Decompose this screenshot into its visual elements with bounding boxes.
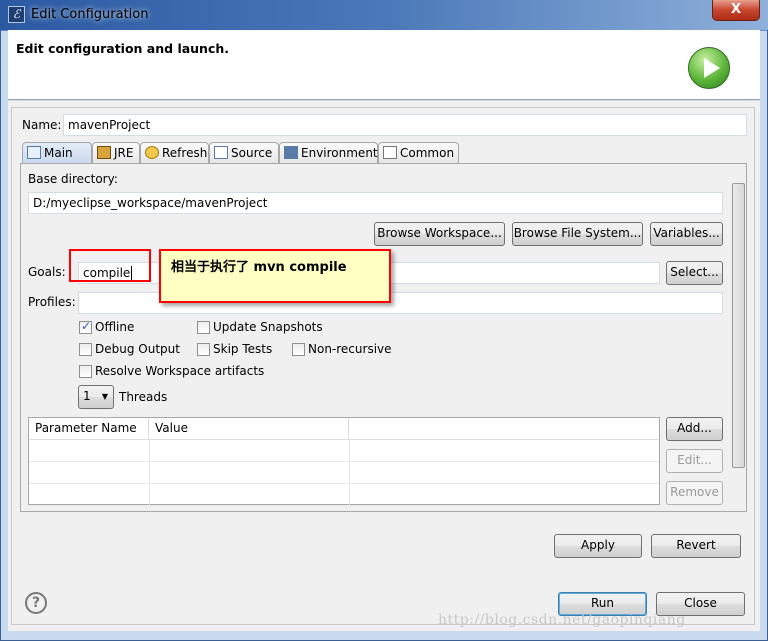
name-input[interactable]: mavenProject (63, 114, 747, 136)
resolve-workspace-label: Resolve Workspace artifacts (95, 364, 265, 378)
profiles-label: Profiles: (28, 295, 76, 309)
revert-button[interactable]: Revert (651, 534, 741, 558)
browse-workspace-button[interactable]: Browse Workspace... (374, 222, 505, 246)
add-parameter-button[interactable]: Add... (666, 417, 723, 441)
threads-label: Threads (119, 390, 168, 404)
column-divider (349, 440, 350, 506)
scrollbar-thumb[interactable] (732, 183, 745, 468)
non-recursive-checkbox[interactable] (292, 343, 305, 356)
goals-label: Goals: (28, 265, 66, 279)
tab-label: Main (44, 146, 73, 160)
offline-label: Offline (95, 320, 135, 334)
apply-button[interactable]: Apply (554, 534, 642, 558)
table-row (29, 440, 659, 462)
header-title: Edit configuration and launch. (16, 41, 230, 56)
debug-output-label: Debug Output (95, 342, 180, 356)
table-row (29, 484, 659, 506)
app-icon: ℰ (8, 6, 25, 23)
variables-button[interactable]: Variables... (650, 222, 723, 246)
column-header-parameter-name[interactable]: Parameter Name (29, 418, 149, 440)
base-directory-label: Base directory: (28, 172, 118, 186)
skip-tests-checkbox[interactable] (197, 343, 210, 356)
tab-label: JRE (114, 146, 134, 160)
skip-tests-label: Skip Tests (213, 342, 273, 356)
title-bar[interactable]: ℰ Edit Configuration X (0, 0, 768, 30)
annotation-callout: 相当于执行了 mvn compile (159, 249, 391, 303)
edit-parameter-button[interactable]: Edit... (666, 449, 723, 473)
update-snapshots-checkbox[interactable] (197, 321, 210, 334)
column-divider (149, 440, 150, 506)
debug-output-checkbox[interactable] (79, 343, 92, 356)
tab-main[interactable]: Main (22, 142, 92, 164)
threads-combo[interactable]: 1 ▼ (78, 385, 114, 409)
update-snapshots-label: Update Snapshots (213, 320, 323, 334)
help-icon[interactable]: ? (25, 592, 47, 614)
dialog-header: Edit configuration and launch. (8, 30, 760, 100)
source-icon (214, 146, 228, 159)
tab-source[interactable]: Source (209, 142, 279, 163)
select-goals-button[interactable]: Select... (666, 261, 723, 285)
main-tab-icon (27, 146, 41, 159)
goals-highlight-box (69, 249, 151, 282)
jre-icon (97, 146, 111, 159)
refresh-icon (145, 146, 159, 159)
common-icon (383, 146, 397, 159)
run-launch-icon (688, 47, 730, 89)
window-title: Edit Configuration (31, 7, 149, 22)
environment-icon (284, 146, 298, 159)
offline-checkbox[interactable] (79, 319, 92, 334)
tab-environment[interactable]: Environment (279, 142, 378, 163)
parameters-table[interactable]: Parameter Name Value (28, 417, 660, 506)
browse-file-system-button[interactable]: Browse File System... (512, 222, 643, 246)
watermark: http://blog.csdn.net/gaopinqiang (438, 612, 686, 628)
tab-jre[interactable]: JRE (92, 142, 140, 163)
column-header-blank (349, 418, 659, 440)
table-row (29, 462, 659, 484)
remove-parameter-button[interactable]: Remove (666, 481, 723, 505)
tab-label: Environment (301, 146, 378, 160)
threads-value: 1 (83, 389, 91, 403)
tab-refresh[interactable]: Refresh (140, 142, 209, 163)
tab-label: Source (231, 146, 273, 160)
tab-common[interactable]: Common (378, 142, 459, 163)
chevron-down-icon: ▼ (101, 392, 108, 401)
column-header-value[interactable]: Value (149, 418, 349, 440)
base-directory-input[interactable]: D:/myeclipse_workspace/mavenProject (28, 192, 723, 214)
close-window-button[interactable]: X (712, 0, 760, 21)
name-label: Name: (22, 118, 62, 132)
non-recursive-label: Non-recursive (308, 342, 392, 356)
tab-label: Refresh (162, 146, 208, 160)
resolve-workspace-checkbox[interactable] (79, 365, 92, 378)
tab-label: Common (400, 146, 455, 160)
